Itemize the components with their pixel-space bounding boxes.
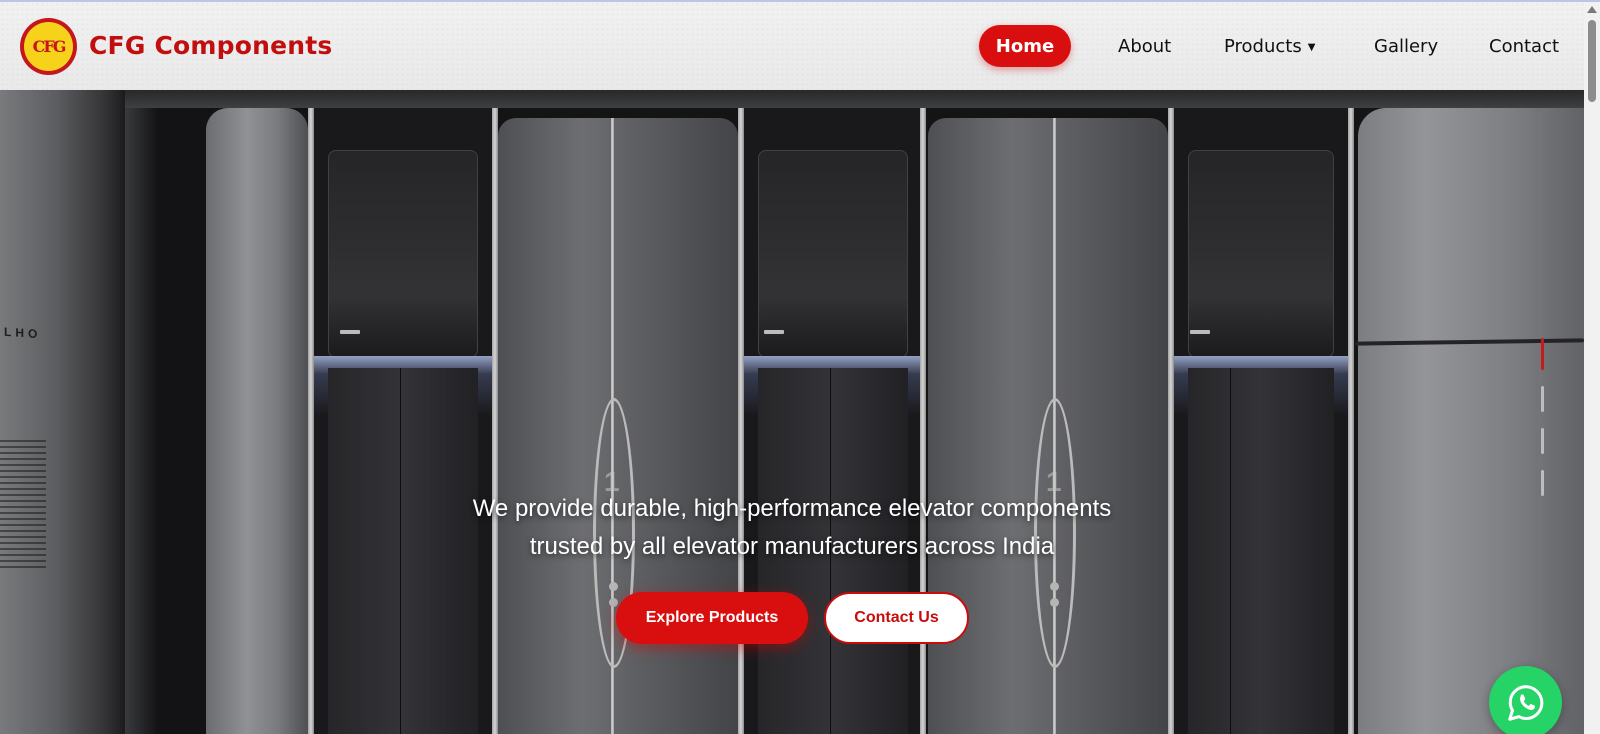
contact-us-button[interactable]: Contact Us (824, 592, 969, 644)
whatsapp-button[interactable] (1489, 666, 1562, 734)
nav-gallery[interactable]: Gallery (1374, 36, 1438, 57)
explore-products-button[interactable]: Explore Products (616, 592, 808, 644)
hero-section: LHO 1 1 We provide durable, high-perform… (0, 90, 1584, 734)
nav-home[interactable]: Home (979, 25, 1071, 67)
scroll-up-arrow-icon[interactable] (1587, 6, 1597, 13)
whatsapp-icon (1507, 684, 1543, 721)
top-border (0, 0, 1600, 2)
hero-tagline-line2: trusted by all elevator manufacturers ac… (529, 533, 1055, 560)
nav-about[interactable]: About (1118, 36, 1171, 57)
caret-down-icon: ▼ (1307, 42, 1316, 53)
hero-tagline-line1: We provide durable, high-performance ele… (472, 495, 1112, 522)
logo[interactable]: CFG (20, 18, 77, 75)
brand-name[interactable]: CFG Components (89, 31, 332, 60)
scroll-thumb[interactable] (1588, 20, 1596, 102)
logo-mark: CFG (24, 22, 73, 71)
page-scrollbar[interactable] (1584, 2, 1600, 734)
nav-products[interactable]: Products ▼ (1224, 36, 1315, 57)
hero-tagline: We provide durable, high-performance ele… (400, 490, 1184, 566)
nav-products-label: Products (1224, 36, 1302, 57)
nav-contact[interactable]: Contact (1489, 36, 1559, 57)
site-header: CFG CFG Components Home About Products ▼ … (0, 2, 1584, 90)
